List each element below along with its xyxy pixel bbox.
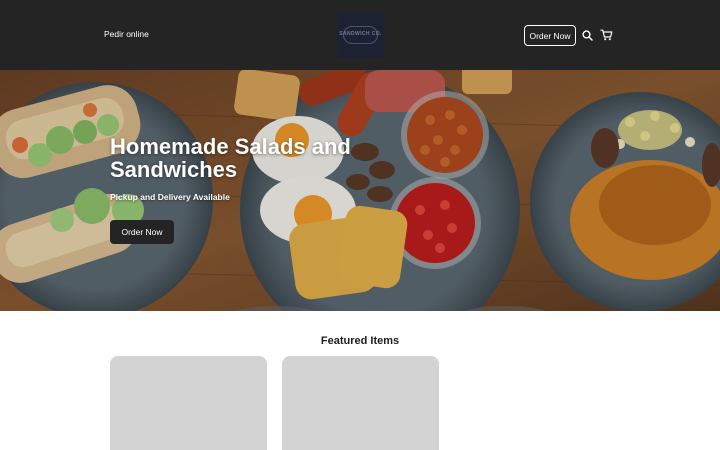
site-header: Pedir online SANDWICH CO. Order Now [0,0,720,70]
nav-link-order-online[interactable]: Pedir online [104,29,149,39]
cart-icon[interactable] [599,28,613,42]
header-order-now-button[interactable]: Order Now [524,25,576,46]
hero-subtitle: Pickup and Delivery Available [110,192,230,202]
featured-items-heading: Featured Items [320,335,400,347]
hero-order-now-button[interactable]: Order Now [110,220,174,244]
featured-item-card[interactable] [282,356,439,450]
featured-item-card[interactable] [110,356,267,450]
hero-overlay [0,70,720,311]
hero-title: Homemade Salads and Sandwiches [110,134,351,182]
hero-banner: Homemade Salads and Sandwiches Pickup an… [0,70,720,311]
logo-wordmark: SANDWICH CO. [339,31,382,37]
search-icon[interactable] [580,28,594,42]
brand-logo[interactable]: SANDWICH CO. [337,12,384,58]
